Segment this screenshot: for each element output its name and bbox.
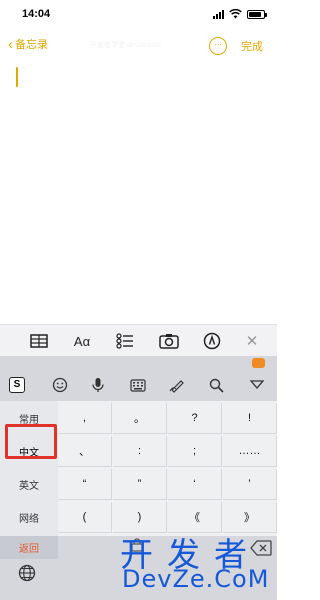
return-button[interactable]: 返回 [0,536,58,559]
collapse-icon[interactable] [247,376,267,394]
symbol-key[interactable]: , [58,403,112,434]
devze-watermark-logo: 开发者 DevZe.CoM [120,528,275,596]
battery-level [249,11,261,17]
symbol-key[interactable]: ’ [223,469,277,500]
battery-icon [247,9,267,19]
done-button[interactable]: 完成 [241,38,263,54]
status-icons [213,9,267,19]
symbol-key[interactable]: : [113,436,167,467]
symbol-grid: ,。?!、:;…… “” ‘’() 《》 [58,401,277,536]
category-english[interactable]: 英文 [0,469,58,499]
text-cursor [16,67,18,87]
cellular-signal-icon [213,9,224,19]
more-options-button[interactable]: ··· [209,37,227,55]
highlight-annotation [5,424,57,459]
symbol-key[interactable]: “ [58,469,112,500]
status-bar: 14:04 [0,0,277,28]
keyboard-icon[interactable] [128,376,148,394]
symbol-category-list: 常用 中文 英文 网络 [0,401,58,536]
camera-icon[interactable] [158,330,180,352]
devze-logo-en: DevZe.CoM [122,565,270,593]
symbol-key[interactable]: ? [168,403,222,434]
back-label: 备忘录 [15,39,48,51]
microphone-icon[interactable] [88,376,108,394]
symbol-key[interactable]: 、 [58,436,112,467]
keyboard-toolbar: S [0,370,277,400]
back-button[interactable]: ‹ 备忘录 [8,36,48,52]
symbol-key[interactable]: ” [113,469,167,500]
handwriting-icon[interactable] [167,376,187,394]
symbol-key[interactable]: 。 [113,403,167,434]
symbol-key[interactable]: …… [223,436,277,467]
format-toolbar: Aα ✕ [0,324,277,356]
table-icon[interactable] [28,330,50,352]
sogou-mascot-icon[interactable] [252,358,265,368]
sogou-logo-icon[interactable]: S [9,377,25,393]
search-icon[interactable] [206,376,226,394]
symbol-key[interactable]: ! [223,403,277,434]
ime-top-strip [0,356,277,370]
symbol-key[interactable]: ( [58,502,112,533]
status-time: 14:04 [22,8,51,20]
symbol-key[interactable]: ; [168,436,222,467]
wifi-icon [229,9,242,19]
checklist-icon[interactable] [114,330,136,352]
markup-pen-icon[interactable] [201,330,223,352]
nav-bar: ‹ 备忘录 开发者学堂 devze.com ··· 完成 [0,30,277,60]
close-icon[interactable]: ✕ [241,330,263,352]
watermark-text: 开发者学堂 devze.com [90,42,161,49]
chevron-left-icon: ‹ [8,35,13,53]
symbol-key[interactable]: ‘ [168,469,222,500]
text-format-icon[interactable]: Aα [71,330,93,352]
emoji-icon[interactable] [50,376,70,394]
category-network[interactable]: 网络 [0,502,58,532]
globe-icon[interactable] [18,564,36,582]
